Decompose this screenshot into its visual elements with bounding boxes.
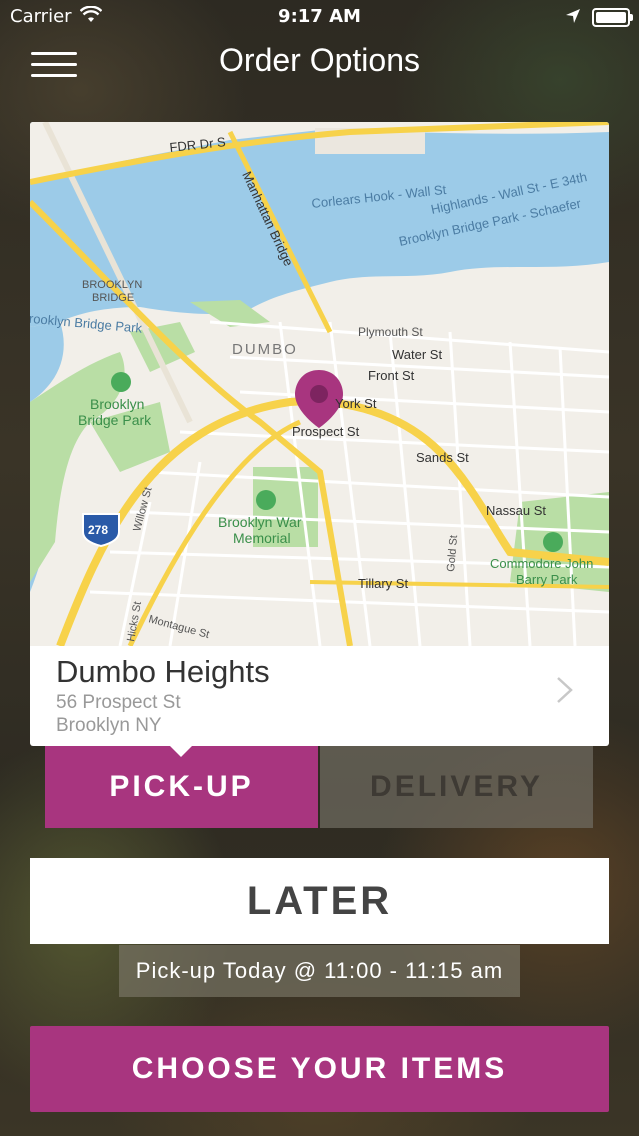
location-arrow-icon xyxy=(565,8,581,29)
map-label-prospect-st: Prospect St xyxy=(292,424,360,439)
battery-icon xyxy=(592,8,633,27)
timing-selector-button[interactable]: LATER xyxy=(30,858,609,944)
tab-delivery[interactable]: DELIVERY xyxy=(320,746,593,828)
map-label-brooklyn-bridge-1: BROOKLYN xyxy=(82,279,142,291)
map-label-nassau-st: Nassau St xyxy=(486,503,546,518)
location-card[interactable]: FDR Dr S Manhattan Bridge Corlears Hook … xyxy=(30,122,609,746)
tab-pickup[interactable]: PICK-UP xyxy=(45,746,318,828)
map-label-tillary-st: Tillary St xyxy=(358,576,408,591)
map-label-dumbo: DUMBO xyxy=(232,341,298,358)
map-label-highway: 278 xyxy=(88,523,108,537)
clock: 9:17 AM xyxy=(278,6,361,27)
map-label-water-st: Water St xyxy=(392,347,442,362)
map-label-bbp-park-1: Brooklyn xyxy=(90,396,144,412)
chevron-right-icon[interactable] xyxy=(555,675,575,709)
location-address-line2: Brooklyn NY xyxy=(56,715,162,736)
map-label-bbp-park-2: Bridge Park xyxy=(78,412,152,428)
location-name: Dumbo Heights xyxy=(56,654,270,689)
choose-items-button[interactable]: CHOOSE YOUR ITEMS xyxy=(30,1026,609,1112)
map-label-commodore-2: Barry Park xyxy=(516,572,578,587)
map-graphic: FDR Dr S Manhattan Bridge Corlears Hook … xyxy=(30,122,609,648)
order-type-tabs: PICK-UP DELIVERY xyxy=(45,746,593,828)
map-label-york-st: York St xyxy=(335,396,377,411)
map-label-war-memorial-2: Memorial xyxy=(233,530,291,546)
map-label-plymouth: Plymouth St xyxy=(358,325,423,339)
map-label-front-st: Front St xyxy=(368,368,415,383)
location-address-line1: 56 Prospect St xyxy=(56,692,181,713)
pickup-time-label: Pick-up Today @ 11:00 - 11:15 am xyxy=(119,945,520,997)
map-label-sands-st: Sands St xyxy=(416,450,469,465)
selected-tab-indicator xyxy=(170,746,192,757)
page-title: Order Options xyxy=(219,42,420,78)
map-label-brooklyn-bridge-2: BRIDGE xyxy=(92,292,134,304)
map-label-commodore-1: Commodore John xyxy=(490,556,593,571)
status-bar: Carrier 9:17 AM xyxy=(0,0,639,34)
map-label-war-memorial-1: Brooklyn War xyxy=(218,514,302,530)
map[interactable]: FDR Dr S Manhattan Bridge Corlears Hook … xyxy=(30,122,609,648)
